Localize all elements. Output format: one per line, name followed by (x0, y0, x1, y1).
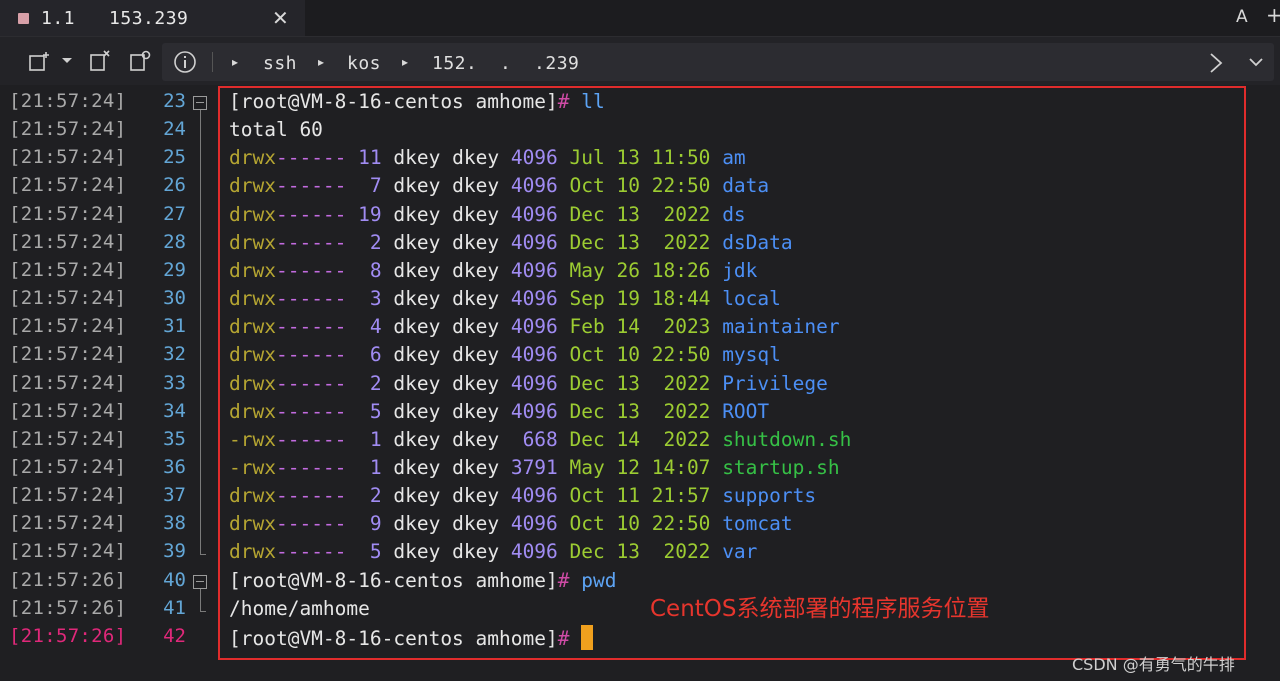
fold-toggle-icon[interactable] (193, 96, 207, 110)
disconnect-icon[interactable] (88, 49, 112, 73)
fold-toggle-icon[interactable] (193, 574, 207, 589)
timestamp: [21:57:24] (9, 371, 127, 394)
timestamp: [21:57:26] (9, 624, 127, 647)
timestamp: [21:57:24] (9, 287, 127, 310)
tab-title: 1.1 153.239 (41, 7, 189, 29)
timestamp: [21:57:26] (9, 596, 127, 619)
font-size-button[interactable]: A (1236, 7, 1248, 27)
line-number: 34 (163, 399, 186, 422)
new-session-icon[interactable] (28, 50, 52, 74)
line-number: 33 (163, 371, 186, 394)
breadcrumb-arrow-icon: ▸ (318, 55, 325, 69)
line-number: 31 (163, 315, 186, 338)
timestamp: [21:57:24] (9, 202, 127, 225)
timestamp: [21:57:24] (9, 118, 127, 141)
line-number: 38 (163, 512, 186, 535)
timestamp: [21:57:24] (9, 174, 127, 197)
annotation-note: CentOS系统部署的程序服务位置 (650, 596, 990, 622)
line-number: 29 (163, 258, 186, 281)
line-number: 26 (163, 174, 186, 197)
line-number: 37 (163, 484, 186, 507)
chevron-down-icon[interactable] (61, 57, 73, 65)
timestamp: [21:57:24] (9, 258, 127, 281)
line-number: 35 (163, 427, 186, 450)
chevron-right-icon[interactable] (1208, 52, 1224, 74)
timestamp: [21:57:24] (9, 90, 127, 112)
line-number: 41 (163, 596, 186, 619)
line-number: 27 (163, 202, 186, 225)
line-number: 39 (163, 540, 186, 563)
address-bar[interactable] (162, 43, 1274, 81)
reconnect-icon[interactable] (128, 49, 152, 73)
breadcrumb-item[interactable]: 152. . .239 (432, 53, 579, 74)
line-number: 40 (163, 568, 186, 591)
tab-color-icon (18, 12, 29, 24)
line-number: 30 (163, 287, 186, 310)
line-number: 36 (163, 455, 186, 478)
fold-guide (200, 588, 201, 611)
fold-guide (200, 610, 206, 612)
timestamp: [21:57:24] (9, 540, 127, 563)
breadcrumb-arrow-icon: ▸ (402, 55, 409, 69)
line-number: 42 (163, 624, 186, 647)
fold-guide (200, 110, 201, 555)
breadcrumb-item[interactable]: ssh (263, 53, 297, 74)
highlight-box (218, 86, 1246, 660)
tab-bar: 1.1 153.239 ✕ A + (0, 0, 1280, 37)
timestamp: [21:57:24] (9, 484, 127, 507)
timestamp: [21:57:24] (9, 455, 127, 478)
line-number: 23 (163, 90, 186, 112)
timestamp: [21:57:26] (9, 568, 127, 591)
timestamp: [21:57:24] (9, 315, 127, 338)
timestamp: [21:57:24] (9, 343, 127, 366)
line-number: 28 (163, 230, 186, 253)
toolbar-divider (212, 52, 213, 72)
line-number: 25 (163, 146, 186, 169)
timestamp: [21:57:24] (9, 230, 127, 253)
chevron-down-icon[interactable] (1248, 57, 1264, 67)
close-tab-icon[interactable]: ✕ (272, 6, 289, 30)
timestamp: [21:57:24] (9, 512, 127, 535)
info-icon[interactable] (173, 50, 197, 74)
watermark: CSDN @有勇气的牛排 (1072, 655, 1235, 674)
timestamp: [21:57:24] (9, 399, 127, 422)
timestamp: [21:57:24] (9, 427, 127, 450)
fold-guide (200, 554, 206, 556)
new-tab-button[interactable]: + (1266, 3, 1280, 27)
breadcrumb-item[interactable]: kos (347, 53, 381, 74)
line-number: 32 (163, 343, 186, 366)
breadcrumb-arrow-icon: ▸ (232, 55, 239, 69)
timestamp: [21:57:24] (9, 146, 127, 169)
line-number: 24 (163, 118, 186, 141)
session-tab[interactable]: 1.1 153.239 ✕ (0, 0, 305, 36)
